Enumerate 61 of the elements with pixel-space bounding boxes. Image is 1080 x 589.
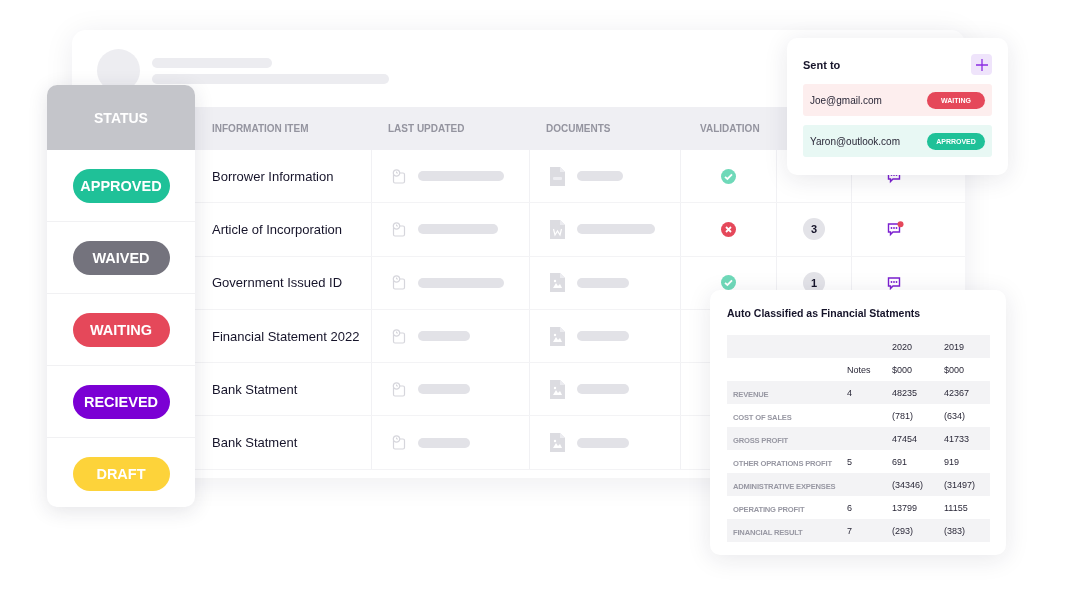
table-cell: 11155 [944, 502, 968, 513]
table-cell: 13799 [892, 502, 918, 513]
add-button[interactable] [971, 54, 992, 75]
table-cell: Notes [847, 364, 871, 375]
table-cell: Bank Statment [212, 435, 298, 451]
table-cell: (634) [944, 410, 965, 421]
column-header: DOCUMENTS [546, 123, 611, 134]
table-cell: 6 [847, 502, 852, 513]
placeholder-bar [418, 437, 470, 448]
calendar-clock-icon [392, 435, 406, 451]
table-cell: Bank Statment [212, 381, 298, 397]
table-cell: 2020 [892, 341, 913, 352]
table-cell: $000 [892, 364, 913, 375]
calendar-clock-icon [392, 381, 406, 397]
table-cell: 48235 [892, 387, 918, 398]
placeholder-bar [418, 331, 470, 342]
table-cell: 691 [892, 456, 908, 467]
column-header: LAST UPDATED [388, 123, 465, 134]
table-cell: Article of Incorporation [212, 221, 343, 237]
status-title: STATUS [94, 109, 148, 126]
card-title: Sent to [803, 58, 841, 71]
placeholder-bar [577, 331, 629, 342]
plus-icon [975, 58, 988, 71]
status-pill: WAIVED [72, 240, 170, 275]
table-cell: Borrower Information [212, 168, 334, 184]
table-cell: (781) [892, 410, 913, 421]
column-header: INFORMATION ITEM [212, 123, 309, 134]
table-cell: (31497) [944, 479, 976, 490]
table-cell: 7 [847, 525, 852, 536]
table-cell: 2019 [944, 341, 965, 352]
table-cell: 919 [944, 456, 960, 467]
email-text: Joe@gmail.com [810, 94, 882, 106]
table-cell: 41733 [944, 433, 970, 444]
email-text: Yaron@outlook.com [810, 135, 900, 147]
column-header: VALIDATION [700, 123, 760, 134]
table-cell: (383) [944, 525, 965, 536]
count-badge: 3 [803, 218, 825, 241]
calendar-clock-icon [392, 328, 406, 344]
table-cell: Financial Statement 2022 [212, 328, 360, 344]
status-pill: WAITING [72, 312, 170, 347]
status-pill: APPROVED [72, 168, 170, 203]
calendar-clock-icon [392, 275, 406, 291]
table-cell: 47454 [892, 433, 918, 444]
table-cell: $000 [944, 364, 965, 375]
status-pill: RECIEVED [72, 384, 170, 419]
table-cell: 5 [847, 456, 852, 467]
table-cell: (34346) [892, 479, 924, 490]
placeholder-bar [577, 437, 629, 448]
placeholder-bar [577, 171, 623, 182]
placeholder-bar [418, 384, 470, 395]
placeholder-bar [577, 277, 629, 288]
table-cell: 42367 [944, 387, 970, 398]
table-cell: 4 [847, 387, 852, 398]
placeholder-bar [577, 384, 629, 395]
chat-icon[interactable] [887, 221, 904, 238]
table-cell: (293) [892, 525, 913, 536]
calendar-clock-icon [392, 221, 406, 237]
status-pill: DRAFT [72, 456, 170, 491]
calendar-clock-icon [392, 168, 406, 184]
card-title: Auto Classified as Financial Statments [727, 307, 922, 319]
table-cell: Government Issued ID [212, 275, 343, 291]
